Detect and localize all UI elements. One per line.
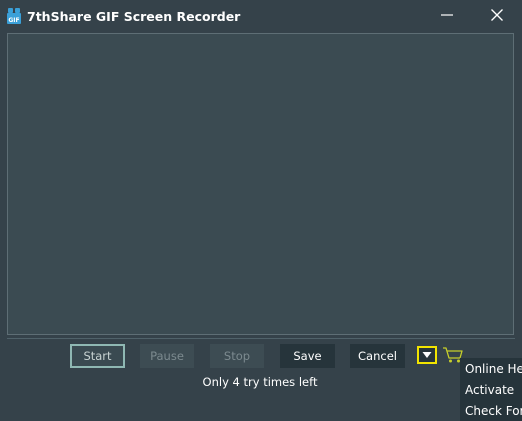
start-button[interactable]: Start bbox=[70, 344, 125, 368]
recording-area[interactable] bbox=[7, 33, 514, 335]
stop-button[interactable]: Stop bbox=[210, 344, 264, 368]
title-bar[interactable]: GIF 7thShare GIF Screen Recorder bbox=[0, 0, 522, 33]
gif-app-icon: GIF bbox=[6, 7, 22, 25]
cancel-button[interactable]: Cancel bbox=[350, 344, 405, 368]
divider bbox=[7, 338, 515, 339]
trial-status-text: Only 4 try times left bbox=[202, 375, 318, 389]
dropdown-menu: Online Help Activate Check For Update bbox=[460, 358, 522, 421]
minimize-button[interactable] bbox=[427, 0, 467, 33]
close-icon bbox=[490, 7, 504, 26]
menu-item-activate[interactable]: Activate bbox=[465, 382, 514, 398]
app-title: 7thShare GIF Screen Recorder bbox=[27, 9, 241, 24]
pause-button[interactable]: Pause bbox=[140, 344, 194, 368]
svg-text:GIF: GIF bbox=[8, 17, 19, 24]
app-window: GIF 7thShare GIF Screen Recorder Start P… bbox=[0, 0, 522, 421]
minimize-icon bbox=[440, 7, 454, 26]
menu-item-online-help[interactable]: Online Help bbox=[465, 361, 522, 377]
save-button[interactable]: Save bbox=[280, 344, 335, 368]
menu-item-check-for-update[interactable]: Check For Update bbox=[465, 403, 522, 419]
menu-toggle-button[interactable] bbox=[417, 346, 437, 364]
close-button[interactable] bbox=[477, 0, 517, 33]
